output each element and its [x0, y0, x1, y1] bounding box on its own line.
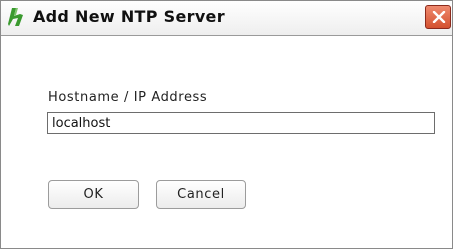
dialog-title: Add New NTP Server — [33, 7, 225, 26]
hostname-label: Hostname / IP Address — [48, 90, 208, 105]
close-icon — [432, 11, 446, 23]
add-ntp-server-dialog: Add New NTP Server Hostname / IP Address… — [0, 0, 453, 249]
ok-button[interactable]: OK — [48, 180, 139, 209]
close-button[interactable] — [425, 5, 451, 29]
title-bar[interactable]: Add New NTP Server — [1, 1, 452, 36]
hostname-input[interactable] — [47, 112, 435, 134]
cancel-button[interactable]: Cancel — [156, 180, 246, 209]
app-logo-icon — [7, 6, 29, 28]
